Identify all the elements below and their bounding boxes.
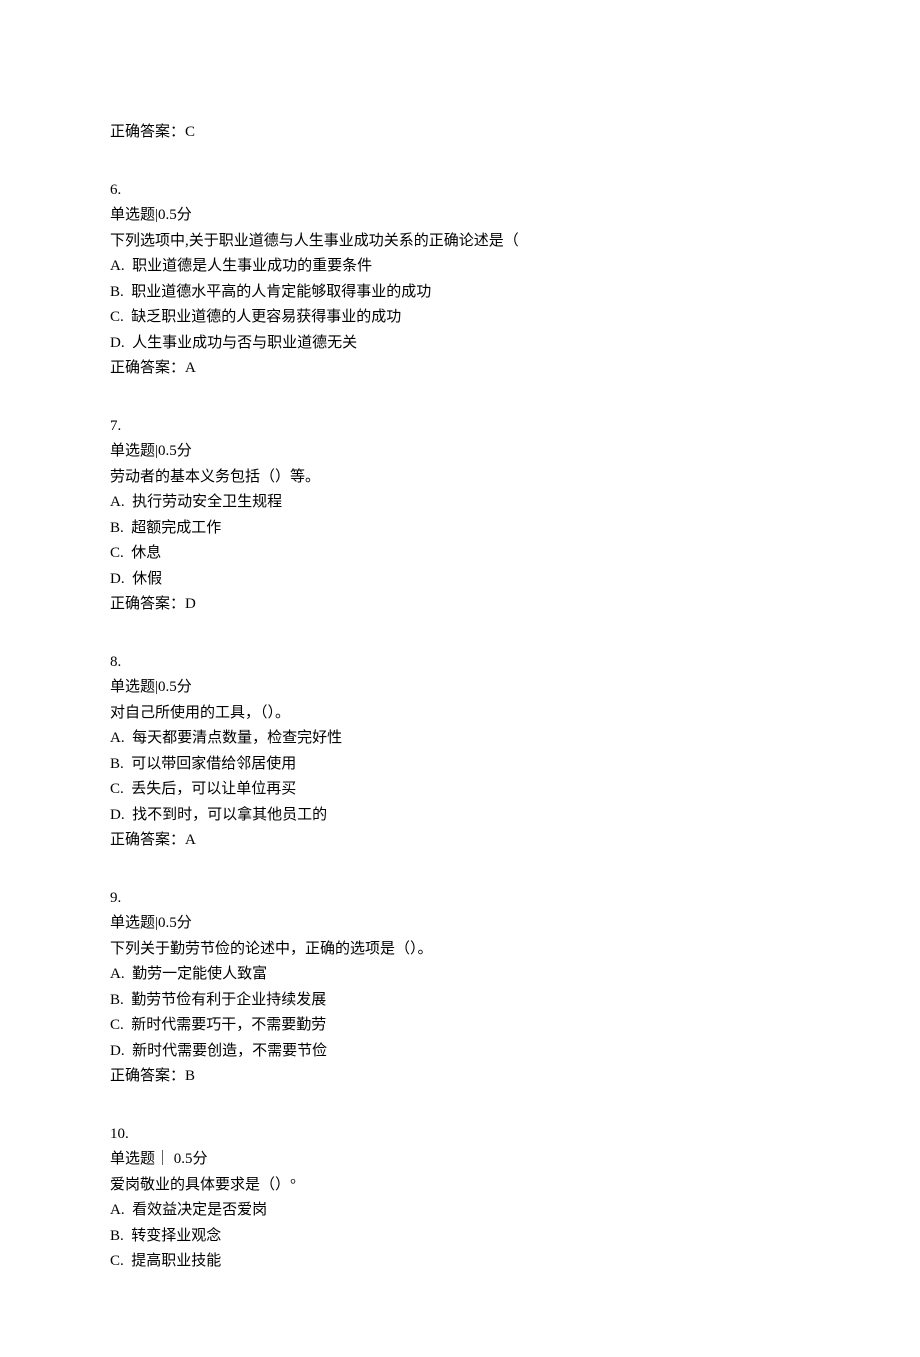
option-c: C. 缺乏职业道德的人更容易获得事业的成功: [110, 305, 810, 331]
option-letter: C.: [110, 545, 124, 561]
option-text: 每天都要清点数量，检查完好性: [132, 730, 342, 746]
option-text: 看效益决定是否爱岗: [132, 1202, 267, 1218]
option-d: D. 找不到时，可以拿其他员工的: [110, 803, 810, 829]
question-stem: 劳动者的基本义务包括（）等。: [110, 465, 810, 491]
option-text: 职业道德水平高的人肯定能够取得事业的成功: [131, 284, 431, 300]
option-text: 找不到时，可以拿其他员工的: [132, 807, 327, 823]
question-number: 7.: [110, 414, 810, 440]
option-text: 休息: [131, 545, 161, 561]
option-c: C. 丢失后，可以让单位再买: [110, 777, 810, 803]
option-c: C. 提高职业技能: [110, 1249, 810, 1275]
question-meta: 单选题|0.5分: [110, 911, 810, 937]
option-letter: B.: [110, 520, 124, 536]
option-letter: A.: [110, 494, 125, 510]
question-7: 7. 单选题|0.5分 劳动者的基本义务包括（）等。 A. 执行劳动安全卫生规程…: [110, 414, 810, 618]
option-text: 职业道德是人生事业成功的重要条件: [132, 258, 372, 274]
option-text: 新时代需要创造，不需要节俭: [132, 1043, 327, 1059]
option-text: 可以带回家借给邻居使用: [131, 756, 296, 772]
option-text: 人生事业成功与否与职业道德无关: [132, 335, 357, 351]
option-b: B. 超额完成工作: [110, 516, 810, 542]
option-b: B. 职业道德水平高的人肯定能够取得事业的成功: [110, 280, 810, 306]
option-letter: D.: [110, 571, 125, 587]
correct-answer: 正确答案：A: [110, 828, 810, 854]
option-text: 提高职业技能: [131, 1253, 221, 1269]
option-b: B. 转变择业观念: [110, 1224, 810, 1250]
correct-answer: 正确答案：D: [110, 592, 810, 618]
question-stem: 下列选项中,关于职业道德与人生事业成功关系的正确论述是（: [110, 229, 810, 255]
option-d: D. 休假: [110, 567, 810, 593]
option-letter: D.: [110, 807, 125, 823]
option-letter: D.: [110, 335, 125, 351]
option-d: D. 人生事业成功与否与职业道德无关: [110, 331, 810, 357]
option-d: D. 新时代需要创造，不需要节俭: [110, 1039, 810, 1065]
option-letter: B.: [110, 1228, 124, 1244]
option-letter: A.: [110, 258, 125, 274]
question-stem: 爱岗敬业的具体要求是（）°: [110, 1173, 810, 1199]
option-c: C. 休息: [110, 541, 810, 567]
option-text: 勤劳一定能使人致富: [132, 966, 267, 982]
option-a: A. 看效益决定是否爱岗: [110, 1198, 810, 1224]
option-letter: A.: [110, 730, 125, 746]
option-text: 超额完成工作: [131, 520, 221, 536]
option-a: A. 勤劳一定能使人致富: [110, 962, 810, 988]
question-meta: 单选题｜ 0.5分: [110, 1147, 810, 1173]
option-text: 转变择业观念: [131, 1228, 221, 1244]
previous-correct-answer: 正确答案：C: [110, 120, 810, 146]
question-meta: 单选题|0.5分: [110, 675, 810, 701]
option-a: A. 职业道德是人生事业成功的重要条件: [110, 254, 810, 280]
option-letter: A.: [110, 1202, 125, 1218]
correct-answer: 正确答案：B: [110, 1064, 810, 1090]
question-10: 10. 单选题｜ 0.5分 爱岗敬业的具体要求是（）° A. 看效益决定是否爱岗…: [110, 1122, 810, 1275]
option-text: 新时代需要巧干，不需要勤劳: [131, 1017, 326, 1033]
option-text: 休假: [132, 571, 162, 587]
option-letter: C.: [110, 309, 124, 325]
option-letter: A.: [110, 966, 125, 982]
option-text: 勤劳节俭有利于企业持续发展: [131, 992, 326, 1008]
option-letter: D.: [110, 1043, 125, 1059]
question-6: 6. 单选题|0.5分 下列选项中,关于职业道德与人生事业成功关系的正确论述是（…: [110, 178, 810, 382]
option-b: B. 勤劳节俭有利于企业持续发展: [110, 988, 810, 1014]
question-number: 9.: [110, 886, 810, 912]
question-8: 8. 单选题|0.5分 对自己所使用的工具，（）。 A. 每天都要清点数量，检查…: [110, 650, 810, 854]
question-number: 10.: [110, 1122, 810, 1148]
option-letter: B.: [110, 284, 124, 300]
question-number: 6.: [110, 178, 810, 204]
option-text: 丢失后，可以让单位再买: [131, 781, 296, 797]
option-letter: C.: [110, 781, 124, 797]
option-text: 执行劳动安全卫生规程: [132, 494, 282, 510]
question-9: 9. 单选题|0.5分 下列关于勤劳节俭的论述中，正确的选项是（）。 A. 勤劳…: [110, 886, 810, 1090]
option-letter: C.: [110, 1253, 124, 1269]
correct-answer: 正确答案：A: [110, 356, 810, 382]
question-number: 8.: [110, 650, 810, 676]
option-letter: B.: [110, 756, 124, 772]
option-letter: B.: [110, 992, 124, 1008]
question-stem: 下列关于勤劳节俭的论述中，正确的选项是（）。: [110, 937, 810, 963]
option-a: A. 每天都要清点数量，检查完好性: [110, 726, 810, 752]
option-letter: C.: [110, 1017, 124, 1033]
question-meta: 单选题|0.5分: [110, 203, 810, 229]
question-meta: 单选题|0.5分: [110, 439, 810, 465]
question-stem: 对自己所使用的工具，（）。: [110, 701, 810, 727]
option-b: B. 可以带回家借给邻居使用: [110, 752, 810, 778]
option-text: 缺乏职业道德的人更容易获得事业的成功: [131, 309, 401, 325]
option-c: C. 新时代需要巧干，不需要勤劳: [110, 1013, 810, 1039]
option-a: A. 执行劳动安全卫生规程: [110, 490, 810, 516]
